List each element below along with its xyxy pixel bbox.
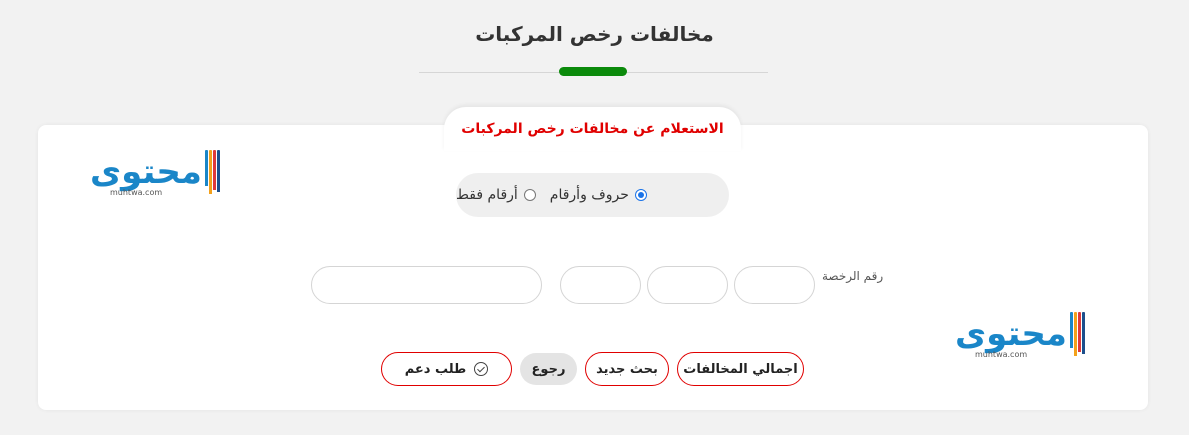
support-label: طلب دعم	[404, 361, 467, 377]
radio-numbers-only[interactable]: أرقام فقط	[456, 187, 536, 203]
radio-letters-numbers[interactable]: حروف وأرقام	[550, 187, 647, 203]
logo-word: محتوى	[955, 314, 1068, 354]
pencils-icon	[1069, 312, 1085, 356]
license-field-3[interactable]	[560, 266, 641, 304]
license-number-field[interactable]	[311, 266, 542, 304]
license-field-2[interactable]	[647, 266, 728, 304]
radio-label: أرقام فقط	[456, 187, 518, 203]
check-circle-icon	[474, 362, 489, 376]
muhtwa-logo: محتوى muhtwa.com	[90, 150, 220, 197]
license-field-1[interactable]	[734, 266, 815, 304]
total-violations-button[interactable]: اجمالي المخالفات	[677, 352, 804, 386]
radio-label: حروف وأرقام	[549, 187, 629, 203]
logo-word: محتوى	[90, 152, 203, 192]
radio-selected-icon[interactable]	[634, 189, 647, 201]
muhtwa-logo-bottom: محتوى muhtwa.com	[955, 312, 1085, 359]
pencils-icon	[204, 150, 220, 194]
license-number-label: رقم الرخصة	[822, 269, 884, 283]
radio-unselected-icon[interactable]	[523, 189, 536, 201]
support-request-button[interactable]: طلب دعم	[381, 352, 512, 386]
back-button[interactable]: رجوع	[520, 353, 577, 385]
new-search-button[interactable]: بحث جديد	[585, 352, 669, 386]
page-title: مخالفات رخص المركبات	[475, 22, 714, 46]
card-tab-title: الاستعلام عن مخالفات رخص المركبات	[444, 107, 741, 151]
logo-site: muhtwa.com	[110, 188, 163, 197]
license-type-radio-group: حروف وأرقام أرقام فقط	[456, 173, 729, 217]
logo-site: muhtwa.com	[975, 350, 1028, 359]
title-accent-bar	[559, 67, 627, 76]
